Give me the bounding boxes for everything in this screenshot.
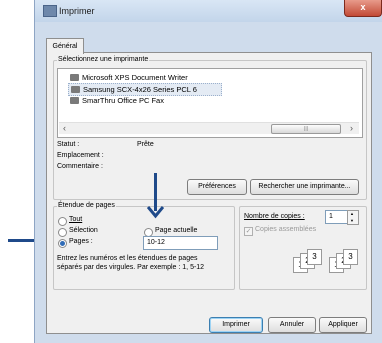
print-dialog: Imprimer x Général Sélectionnez une impr… <box>34 0 382 343</box>
printer-name: Microsoft XPS Document Writer <box>82 73 188 82</box>
find-printer-button[interactable]: Rechercher une imprimante... <box>250 179 359 195</box>
printer-icon <box>70 74 79 81</box>
copies-input[interactable]: 1 <box>325 210 348 224</box>
title-bar[interactable]: Imprimer x <box>35 0 382 22</box>
tab-panel: Sélectionnez une imprimante Microsoft XP… <box>46 52 372 334</box>
scroll-right-icon[interactable]: › <box>350 123 353 133</box>
radio-current-page-label: Page actuelle <box>155 227 198 234</box>
page-range-label: Étendue de pages <box>57 202 116 209</box>
printer-icon <box>70 97 79 104</box>
statut-value: Prête <box>137 141 154 148</box>
radio-selection[interactable] <box>58 228 67 237</box>
apply-button[interactable]: Appliquer <box>319 317 367 333</box>
scroll-left-icon[interactable]: ‹ <box>63 123 66 133</box>
printer-icon <box>71 86 80 93</box>
window-title: Imprimer <box>59 6 95 16</box>
spin-down-icon[interactable]: ▼ <box>350 218 354 223</box>
list-item[interactable]: Microsoft XPS Document Writer <box>68 72 262 83</box>
printer-name: Samsung SCX-4x26 Series PCL 6 <box>83 85 197 94</box>
spin-up-icon[interactable]: ▲ <box>350 211 354 216</box>
emplacement-label: Emplacement : <box>57 152 104 159</box>
commentaire-label: Commentaire : <box>57 163 103 170</box>
printer-name: SmarThru Office PC Fax <box>82 96 164 105</box>
cancel-button[interactable]: Annuler <box>268 317 316 333</box>
printer-icon <box>43 5 57 17</box>
radio-all[interactable] <box>58 217 67 226</box>
collate-stack-icon: 1 2 3 <box>329 249 359 273</box>
copies-spinner[interactable]: ▲ ▼ <box>347 210 359 225</box>
radio-selection-label: Sélection <box>69 227 98 234</box>
scroll-thumb[interactable]: ||| <box>271 124 341 134</box>
radio-pages[interactable] <box>58 239 67 248</box>
annotation-arrow-down-head-icon <box>147 206 164 219</box>
printer-select-label: Sélectionnez une imprimante <box>57 56 150 63</box>
statut-label: Statut : <box>57 141 80 148</box>
radio-pages-label: Pages : <box>69 238 93 245</box>
preferences-button[interactable]: Préférences <box>187 179 247 195</box>
printer-list[interactable]: Microsoft XPS Document Writer Samsung SC… <box>57 68 363 138</box>
tab-general[interactable]: Général <box>46 38 84 54</box>
close-button[interactable]: x <box>344 0 382 17</box>
collate-checkbox[interactable]: ✓ <box>244 227 253 236</box>
page-range-help-line2: séparés par des virgules. Par exemple : … <box>57 264 205 271</box>
collate-stack-icon: 1 2 3 <box>293 249 323 273</box>
list-item[interactable]: SmarThru Office PC Fax <box>68 95 262 106</box>
collate-label: Copies assemblées <box>255 226 317 233</box>
page-range-help-line1: Entrez les numéros et les étendues de pa… <box>57 255 198 262</box>
copies-label: Nombre de copies : <box>244 213 305 220</box>
radio-all-label: Tout <box>69 216 83 223</box>
pages-input[interactable]: 10-12 <box>143 236 218 250</box>
horizontal-scrollbar[interactable]: ‹ ||| › <box>59 122 359 134</box>
print-button[interactable]: Imprimer <box>209 317 263 333</box>
